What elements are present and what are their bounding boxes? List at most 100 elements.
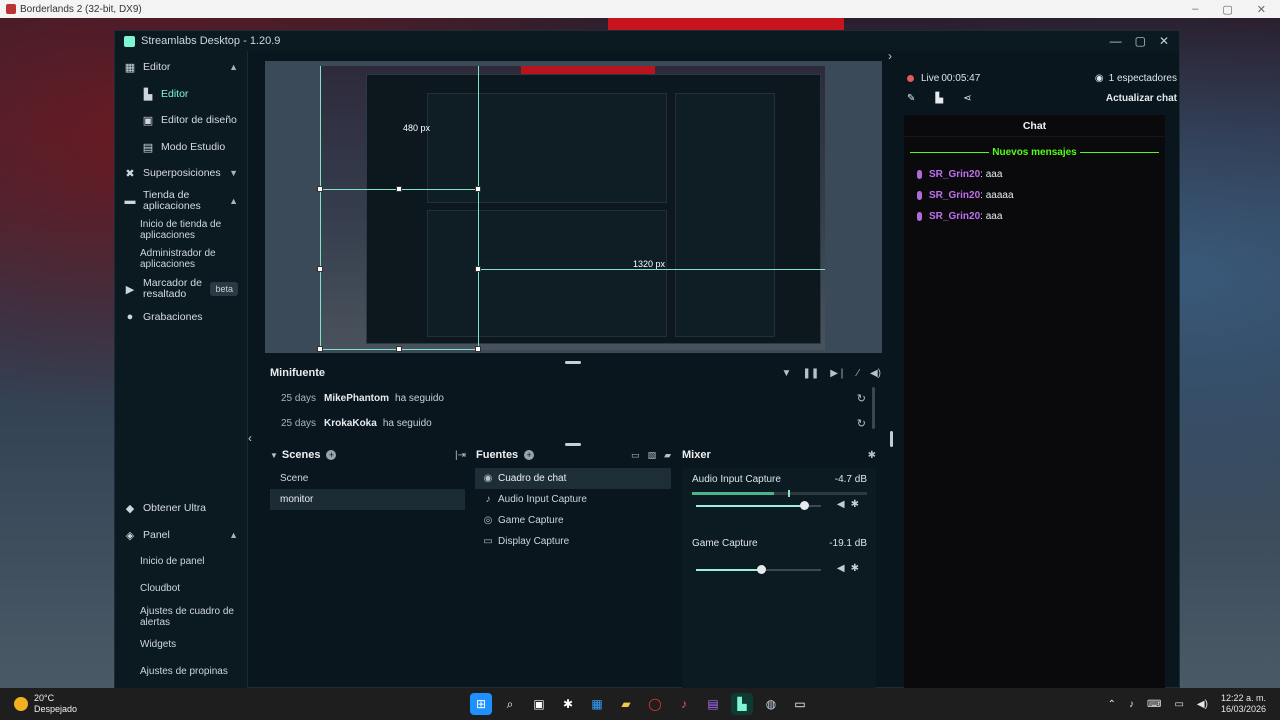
- sidebar-item-tip-settings[interactable]: Ajustes de propinas: [140, 666, 248, 677]
- resize-handle[interactable]: [396, 346, 402, 352]
- clock[interactable]: 12:22 a. m. 16/03/2026: [1221, 693, 1266, 715]
- resize-handle[interactable]: [396, 186, 402, 192]
- task-view-icon[interactable]: ▣: [528, 693, 550, 715]
- stream-preview[interactable]: 480 px 1320 px: [265, 61, 882, 353]
- resize-handle[interactable]: [317, 186, 323, 192]
- mixer-channel: Game Capture -19.1 dB ◀ ✱: [692, 538, 867, 578]
- sidebar-group-dashboard[interactable]: ◈ Panel ▲: [115, 528, 248, 542]
- settings-gear-icon[interactable]: ✱: [557, 693, 579, 715]
- share-icon[interactable]: ⋖: [963, 93, 971, 104]
- sidebar-item-widgets[interactable]: Widgets: [140, 639, 248, 650]
- chat-username[interactable]: SR_Grin20: [929, 211, 980, 222]
- start-icon[interactable]: ⊞: [470, 693, 492, 715]
- speaker-icon[interactable]: ◀: [837, 563, 845, 574]
- chat-username[interactable]: SR_Grin20: [929, 169, 980, 180]
- sidebar-item-app-store-home[interactable]: Inicio de tienda de aplicaciones: [140, 219, 248, 241]
- scrollbar[interactable]: [872, 387, 875, 429]
- volume-knob[interactable]: [757, 565, 766, 574]
- app-close-button[interactable]: ✕: [1159, 34, 1169, 48]
- clock-date: 16/03/2026: [1220, 704, 1266, 714]
- sidebar-item-dashboard-home[interactable]: Inicio de panel: [140, 556, 248, 567]
- mixer-settings-gear-icon[interactable]: ✱: [868, 450, 876, 461]
- scene-item[interactable]: Scene: [270, 468, 465, 489]
- source-item[interactable]: ▭ Display Capture: [475, 531, 671, 552]
- opera-icon[interactable]: ◯: [644, 693, 666, 715]
- chevron-left-icon[interactable]: ‹: [248, 431, 252, 445]
- source-item[interactable]: ◎ Game Capture: [475, 510, 671, 531]
- sidebar-item-studio-mode[interactable]: ▤ Modo Estudio: [133, 140, 248, 154]
- chevron-up-icon[interactable]: ⌃: [1108, 699, 1116, 710]
- weather-widget[interactable]: 20°C Despejado: [14, 693, 77, 715]
- steam-icon[interactable]: ◍: [760, 693, 782, 715]
- folder-icon[interactable]: ▰: [664, 450, 671, 461]
- replay-icon[interactable]: ↻: [857, 392, 866, 405]
- chat-popout-icon[interactable]: ▙: [935, 93, 943, 104]
- mute-alerts-icon[interactable]: ⁄: [857, 368, 859, 379]
- game-maximize-button[interactable]: ▢: [1222, 3, 1232, 16]
- chevron-down-icon[interactable]: ▼: [270, 451, 278, 460]
- microphone-badge-icon: [917, 191, 922, 200]
- volume-knob[interactable]: [800, 501, 809, 510]
- store-icon[interactable]: ▦: [586, 693, 608, 715]
- streamlabs-icon[interactable]: ▙: [731, 693, 753, 715]
- event-age: 25 days: [281, 417, 317, 429]
- tiktok-icon[interactable]: ♪: [673, 693, 695, 715]
- resize-handle[interactable]: [317, 266, 323, 272]
- resize-handle[interactable]: [475, 186, 481, 192]
- network-icon[interactable]: ▭: [1174, 699, 1183, 710]
- microphone-icon[interactable]: ♪: [1129, 699, 1134, 710]
- minifeed-row: 25 days KrokaKoka ha seguido ↻: [265, 412, 872, 434]
- twitch-icon[interactable]: ▤: [702, 693, 724, 715]
- game-minimize-button[interactable]: –: [1192, 3, 1198, 16]
- game-close-button[interactable]: ✕: [1257, 3, 1266, 16]
- scene-transition-icon[interactable]: |⇥: [455, 450, 466, 461]
- refresh-chat-button[interactable]: Actualizar chat: [1106, 93, 1177, 104]
- resize-handle[interactable]: [317, 346, 323, 352]
- scrollbar[interactable]: [890, 431, 893, 447]
- chevron-right-icon[interactable]: ›: [888, 49, 892, 63]
- speaker-icon[interactable]: ◀: [837, 499, 845, 510]
- event-action: ha seguido: [382, 417, 432, 429]
- audio-level-meter: [692, 556, 867, 559]
- notepad-icon[interactable]: ▭: [789, 693, 811, 715]
- replay-icon[interactable]: ↻: [857, 417, 866, 430]
- search-icon[interactable]: ⌕: [499, 693, 521, 715]
- sidebar-item-alertbox-settings[interactable]: Ajustes de cuadro de alertas: [140, 606, 248, 628]
- sidebar-item-recordings[interactable]: ● Grabaciones: [115, 310, 248, 324]
- source-item[interactable]: ♪ Audio Input Capture: [475, 489, 671, 510]
- sidebar-item-app-manager[interactable]: Administrador de aplicaciones: [140, 248, 248, 270]
- resize-handle[interactable]: [475, 346, 481, 352]
- volume-slider[interactable]: ◀ ✱: [692, 562, 867, 578]
- add-source-icon[interactable]: +: [524, 450, 535, 460]
- source-monitor-icon[interactable]: ▭: [631, 450, 640, 461]
- resize-drag-handle[interactable]: [565, 443, 581, 446]
- sidebar-item-get-ultra[interactable]: ◆ Obtener Ultra: [115, 501, 248, 515]
- pause-icon[interactable]: ❚❚: [802, 368, 819, 379]
- app-maximize-button[interactable]: ▢: [1135, 34, 1146, 48]
- keyboard-icon[interactable]: ⌨: [1147, 699, 1161, 710]
- channel-settings-gear-icon[interactable]: ✱: [851, 563, 859, 574]
- file-explorer-icon[interactable]: ▰: [615, 693, 637, 715]
- app-minimize-button[interactable]: —: [1110, 34, 1122, 48]
- source-group-icon[interactable]: ▧: [648, 450, 657, 461]
- sidebar-item-layout-editor[interactable]: ▣ Editor de diseño: [133, 113, 248, 127]
- sidebar-group-editor[interactable]: ▦ Editor ▲: [115, 60, 248, 74]
- edit-pencil-icon[interactable]: ✎: [907, 93, 915, 104]
- sidebar-item-editor[interactable]: ▙ Editor: [133, 87, 248, 101]
- sidebar-item-cloudbot[interactable]: Cloudbot: [140, 583, 248, 594]
- source-item-selected[interactable]: ◉ Cuadro de chat: [475, 468, 671, 489]
- skip-icon[interactable]: ▶❘: [830, 368, 846, 379]
- resize-handle[interactable]: [475, 266, 481, 272]
- filter-icon[interactable]: ▼: [782, 368, 792, 379]
- channel-settings-gear-icon[interactable]: ✱: [851, 499, 859, 510]
- add-scene-icon[interactable]: +: [326, 450, 337, 460]
- chat-username[interactable]: SR_Grin20: [929, 190, 980, 201]
- scene-item-selected[interactable]: monitor: [270, 489, 465, 510]
- taskbar-apps: ⊞ ⌕ ▣ ✱ ▦ ▰ ◯ ♪ ▤ ▙ ◍ ▭: [470, 693, 811, 715]
- sidebar-group-overlays[interactable]: ✖ Superposiciones ▼: [115, 166, 248, 180]
- sidebar-item-highlighter[interactable]: ▶ Marcador de resaltado beta: [115, 277, 248, 301]
- volume-icon[interactable]: ◀): [870, 368, 881, 379]
- volume-slider[interactable]: ◀ ✱: [692, 498, 867, 514]
- volume-icon[interactable]: ◀): [1197, 699, 1208, 710]
- sidebar-group-app-store[interactable]: ▬ Tienda de aplicaciones ▲: [115, 189, 248, 213]
